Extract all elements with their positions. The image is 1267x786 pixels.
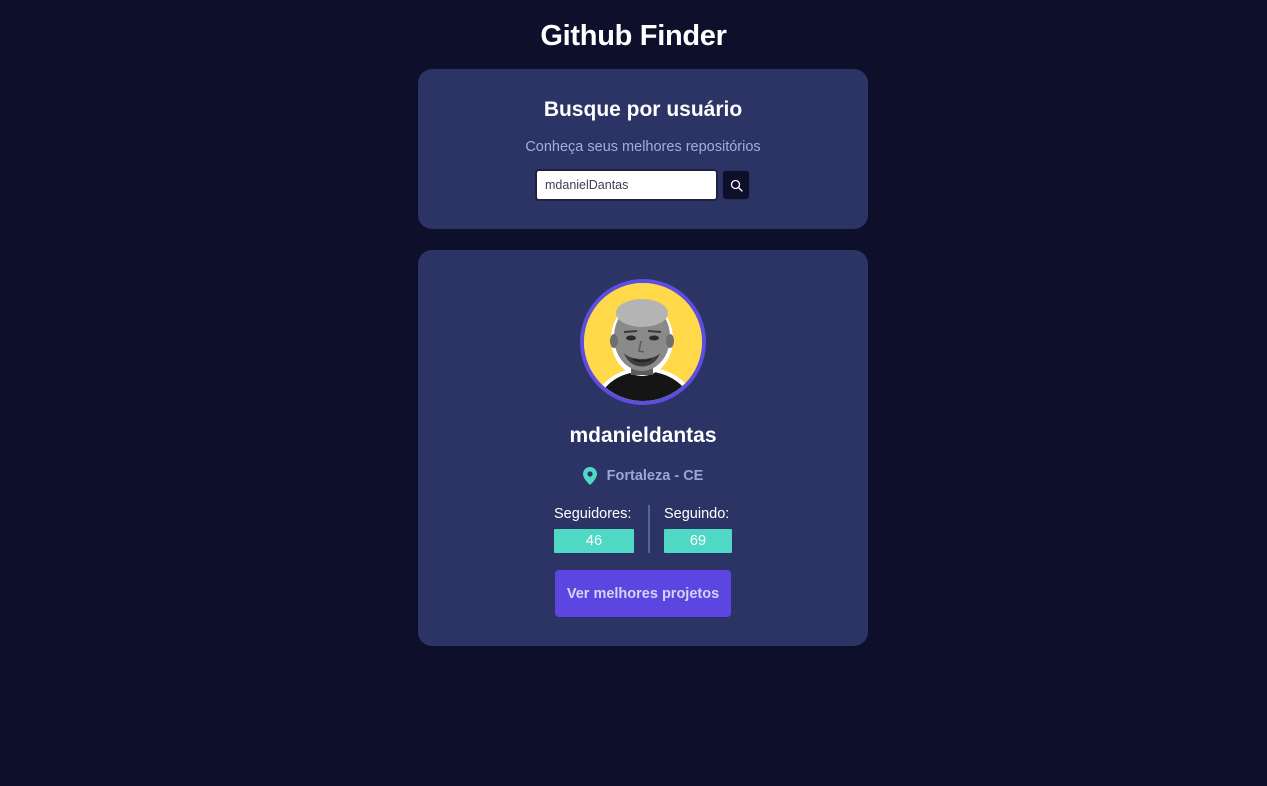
- followers-count: 46: [554, 529, 634, 553]
- map-pin-icon: [582, 467, 597, 485]
- profile-location: Fortaleza - CE: [418, 467, 868, 485]
- followers-label: Seguidores:: [554, 506, 632, 522]
- username-search-input[interactable]: [535, 169, 718, 201]
- avatar-photo: [584, 283, 702, 401]
- stats-divider: [648, 505, 650, 553]
- search-icon: [730, 179, 743, 192]
- search-subtitle: Conheça seus melhores repositórios: [525, 139, 761, 155]
- search-button[interactable]: [722, 170, 750, 200]
- profile-username: mdanieldantas: [569, 424, 717, 447]
- search-title: Busque por usuário: [543, 98, 743, 121]
- follow-stats: Seguidores: 46 Seguindo: 69: [554, 505, 734, 553]
- location-text: Fortaleza - CE: [606, 468, 704, 484]
- app-title: Github Finder: [540, 20, 727, 52]
- avatar: [580, 279, 706, 405]
- following-count: 69: [664, 529, 732, 553]
- avatar-portrait: [584, 283, 702, 401]
- view-projects-button[interactable]: Ver melhores projetos: [555, 570, 731, 617]
- following-label: Seguindo:: [664, 506, 730, 522]
